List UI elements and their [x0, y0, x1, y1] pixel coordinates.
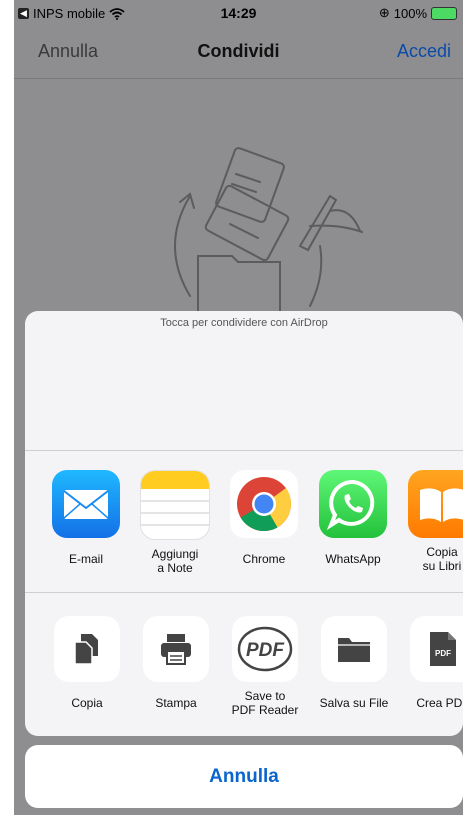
- status-right: ⊕ 100%: [379, 5, 457, 21]
- pdf-reader-icon: PDF: [232, 616, 298, 682]
- app-label: Chrome: [242, 552, 286, 566]
- app-label: Copia su Libri: [422, 545, 462, 573]
- share-app-chrome[interactable]: Chrome: [220, 470, 308, 574]
- action-row: Copia Stampa PDF Save to PDF Reader Salv…: [25, 593, 463, 736]
- rotation-lock-icon: ⊕: [378, 5, 390, 20]
- action-copy[interactable]: Copia: [43, 616, 131, 718]
- app-label: E-mail: [68, 552, 103, 566]
- action-label: Crea PDF: [416, 696, 463, 710]
- printer-icon: [143, 616, 209, 682]
- books-icon: [408, 470, 463, 538]
- action-create-pdf[interactable]: PDF Crea PDF: [399, 616, 463, 718]
- battery-percent: 100%: [393, 5, 427, 21]
- cancel-button[interactable]: Annulla: [25, 745, 463, 808]
- notes-icon: [140, 470, 210, 540]
- share-app-notes[interactable]: Aggiungi a Note: [131, 470, 219, 576]
- share-app-books[interactable]: Copia su Libri: [398, 470, 463, 574]
- pdf-reader-icon-text: PDF: [246, 640, 285, 661]
- action-save-to-pdf-reader[interactable]: PDF Save to PDF Reader: [221, 616, 309, 718]
- action-label: Copia: [71, 696, 103, 710]
- action-print[interactable]: Stampa: [132, 616, 220, 718]
- battery-icon: [431, 6, 457, 20]
- page-title: Condividi: [197, 41, 280, 61]
- action-save-to-files[interactable]: Salva su File: [310, 616, 398, 718]
- share-app-whatsapp[interactable]: WhatsApp: [309, 470, 397, 574]
- share-app-mail[interactable]: E-mail: [42, 470, 130, 574]
- whatsapp-icon: [319, 470, 387, 538]
- status-bar: ◀ INPS mobile 14:29 ⊕ 100%: [14, 0, 463, 26]
- app-row: E-mail Aggiungi a Note Chrome WhatsApp C…: [25, 450, 463, 592]
- nav-bar: Annulla Condividi Accedi: [14, 26, 463, 79]
- nav-login-button[interactable]: Accedi: [397, 41, 451, 62]
- action-label: Salva su File: [319, 696, 389, 710]
- chrome-icon: [230, 470, 298, 538]
- app-label: Aggiungi a Note: [151, 547, 199, 575]
- app-label: WhatsApp: [325, 552, 381, 566]
- documents-illustration: [174, 147, 363, 316]
- copy-icon: [54, 616, 120, 682]
- airdrop-hint: Tocca per condividere con AirDrop: [160, 317, 328, 329]
- share-sheet: Tocca per condividere con AirDrop E-mail: [25, 311, 463, 736]
- action-label: Stampa: [155, 696, 197, 710]
- screen: ◀ INPS mobile 14:29 ⊕ 100% Annulla Condi…: [14, 0, 463, 815]
- folder-icon: [321, 616, 387, 682]
- action-label: Save to PDF Reader: [231, 689, 299, 717]
- pdf-file-icon: PDF: [410, 616, 463, 682]
- pdf-file-icon-text: PDF: [435, 649, 451, 658]
- mail-icon: [52, 470, 120, 538]
